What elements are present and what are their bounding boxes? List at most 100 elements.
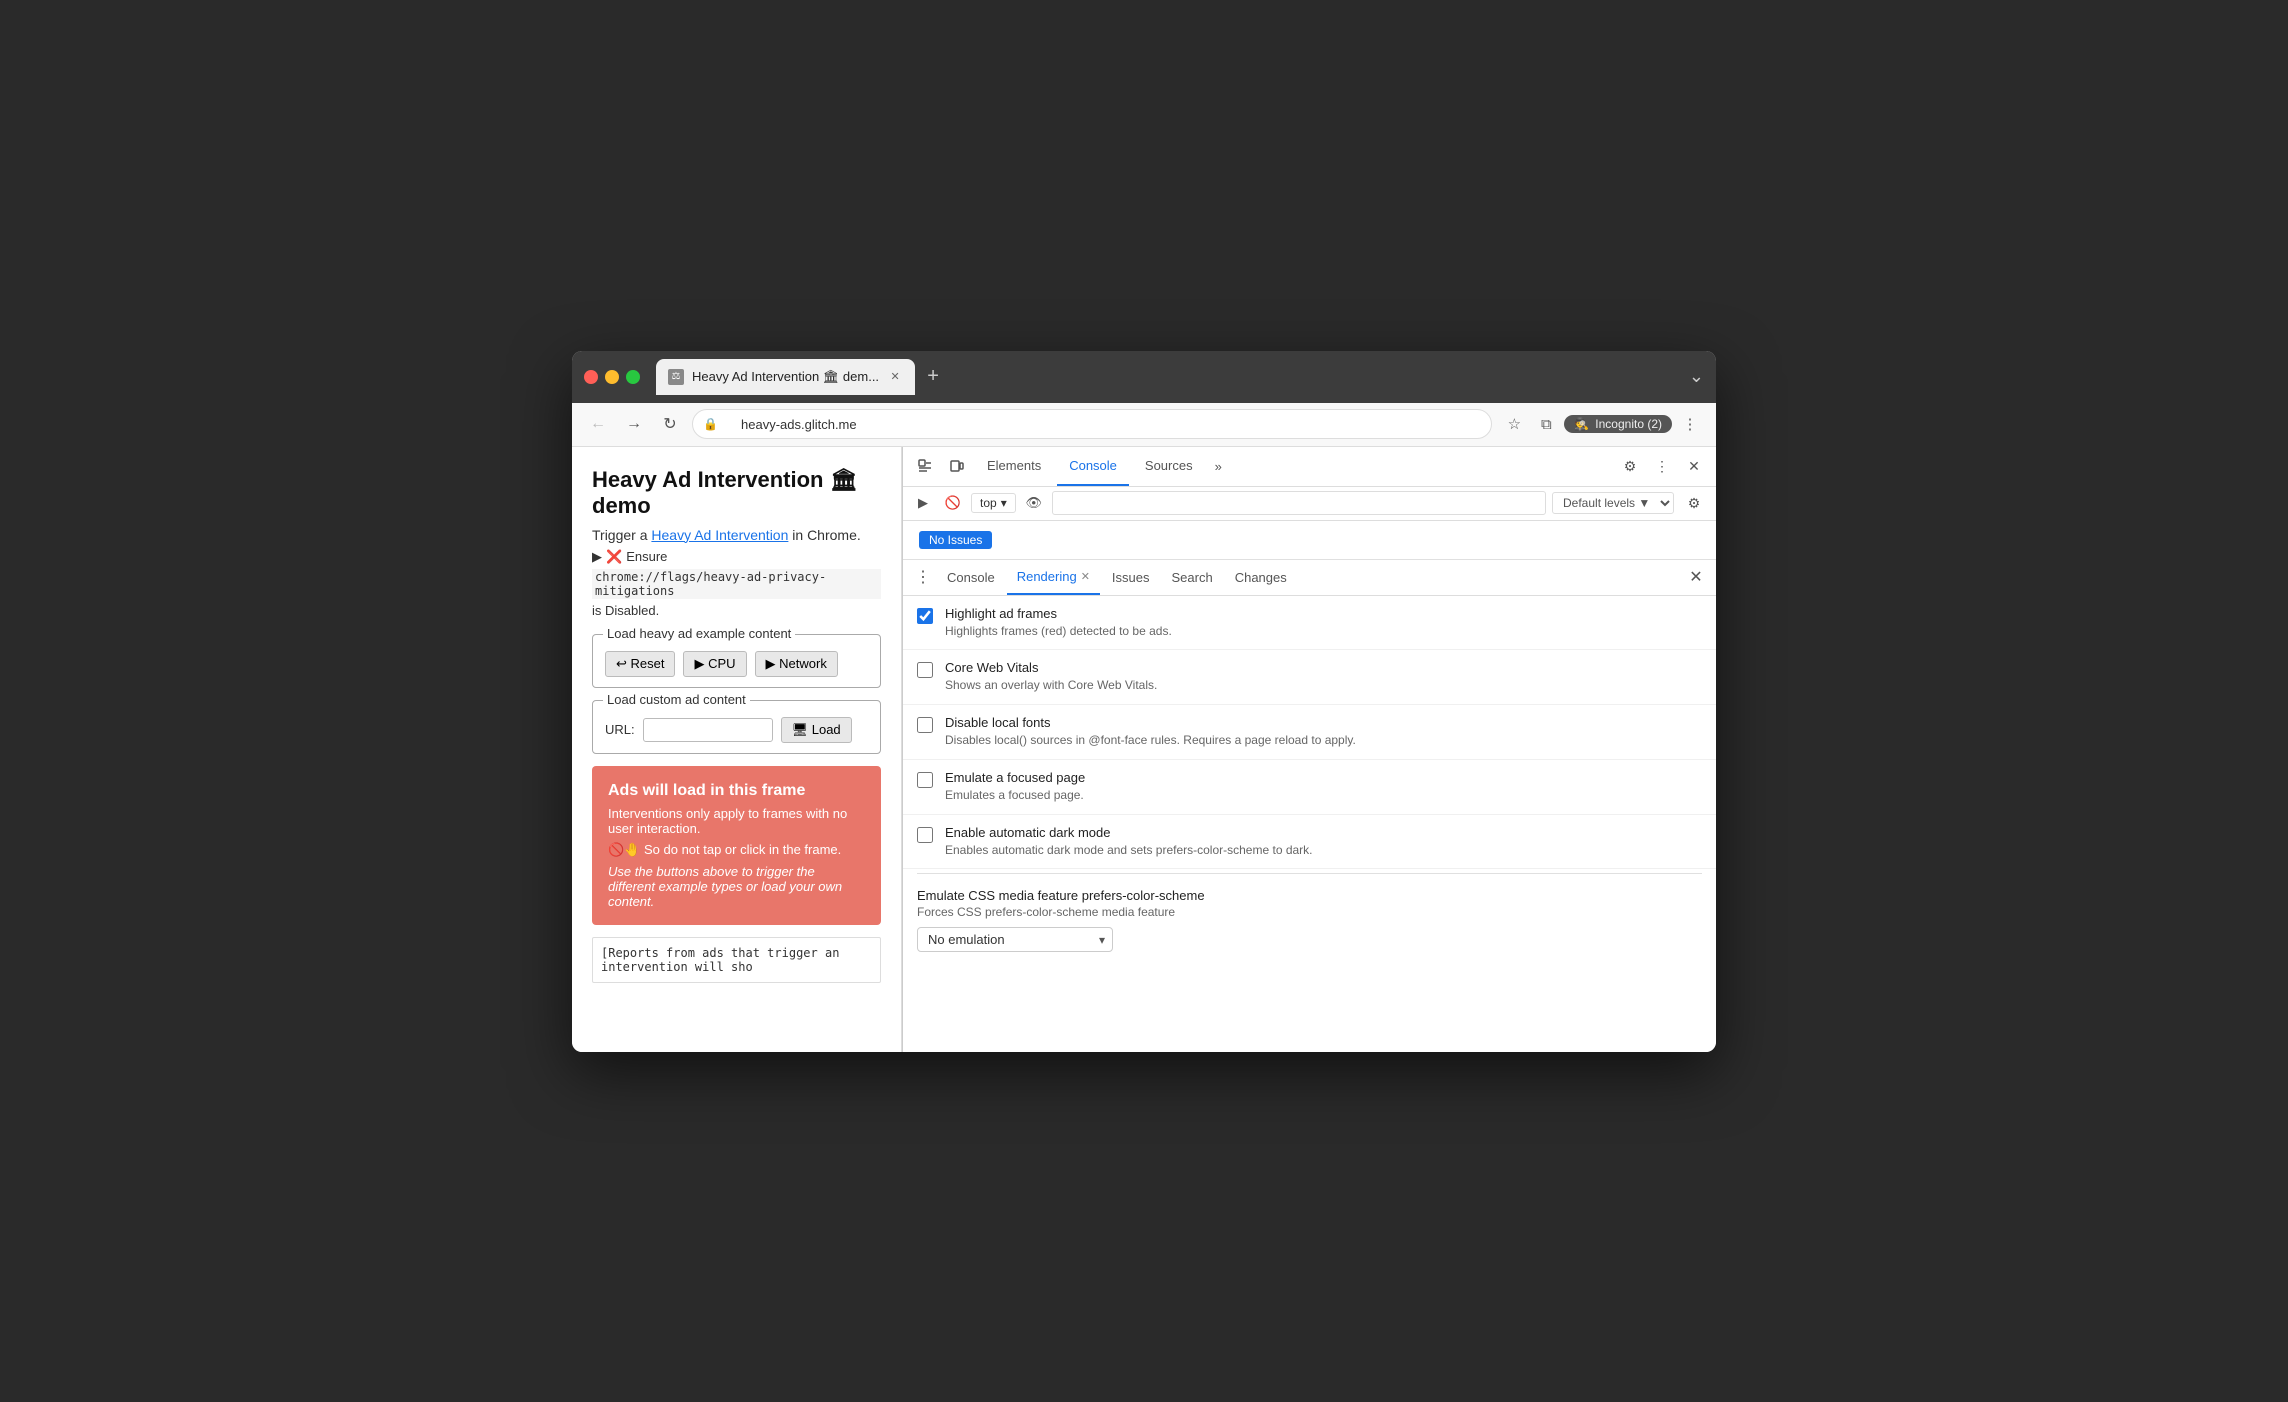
devtools-settings-button[interactable]: ⚙ xyxy=(1616,452,1644,480)
context-selector[interactable]: top ▾ xyxy=(971,493,1016,513)
rendering-tab-console[interactable]: Console xyxy=(937,559,1005,595)
menu-button[interactable]: ⋮ xyxy=(1676,410,1704,438)
rendering-tab-rendering[interactable]: Rendering ✕ xyxy=(1007,559,1100,595)
maximize-traffic-light[interactable] xyxy=(626,370,640,384)
console-clear-button[interactable]: 🚫 xyxy=(941,491,965,515)
emulate-focused-page-checkbox[interactable] xyxy=(917,772,933,788)
flag-disabled-text: is Disabled. xyxy=(592,603,659,618)
reload-button[interactable]: ↻ xyxy=(656,410,684,438)
browser-window: ⚖ Heavy Ad Intervention 🏛 dem... ✕ + ⌄ ←… xyxy=(572,351,1716,1052)
emulate-color-scheme-select[interactable]: No emulation prefers-color-scheme: light… xyxy=(917,927,1113,952)
tab-sources[interactable]: Sources xyxy=(1133,447,1205,487)
highlight-ad-frames-title: Highlight ad frames xyxy=(945,606,1702,621)
devtools-more-tabs[interactable]: » xyxy=(1209,459,1228,474)
flag-code-text: chrome://flags/heavy-ad-privacy-mitigati… xyxy=(592,569,881,599)
emulate-color-scheme-title: Emulate CSS media feature prefers-color-… xyxy=(917,888,1702,903)
enable-auto-dark-checkbox[interactable] xyxy=(917,827,933,843)
subtitle-text: Trigger a xyxy=(592,527,648,543)
new-tab-button[interactable]: + xyxy=(919,363,947,391)
devtools-close-button[interactable]: ✕ xyxy=(1680,452,1708,480)
ad-frame-instructions: Use the buttons above to trigger the dif… xyxy=(608,864,865,909)
rendering-tab-close-icon[interactable]: ✕ xyxy=(1081,570,1090,583)
inspect-element-button[interactable] xyxy=(911,452,939,480)
core-web-vitals-desc: Shows an overlay with Core Web Vitals. xyxy=(945,677,1702,694)
page-title: Heavy Ad Intervention 🏛 demo xyxy=(592,467,881,519)
rendering-tab-search-label: Search xyxy=(1172,570,1213,585)
forward-button[interactable]: → xyxy=(620,410,648,438)
console-log-preview: [Reports from ads that trigger an interv… xyxy=(592,937,881,983)
tab-overflow-button[interactable]: ⌄ xyxy=(1689,366,1704,387)
rendering-tab-issues[interactable]: Issues xyxy=(1102,559,1160,595)
log-level-select[interactable]: Default levels ▼ xyxy=(1552,492,1674,514)
emulate-select-wrapper: No emulation prefers-color-scheme: light… xyxy=(917,927,1113,952)
network-button[interactable]: ▶ Network xyxy=(755,651,838,677)
custom-ad-legend: Load custom ad content xyxy=(603,692,750,707)
core-web-vitals-checkbox[interactable] xyxy=(917,662,933,678)
tab-console[interactable]: Console xyxy=(1057,447,1129,487)
heavy-ad-buttons: ↩ Reset ▶ CPU ▶ Network xyxy=(605,651,868,677)
console-run-button[interactable]: ▶ xyxy=(911,491,935,515)
rendering-divider xyxy=(917,873,1702,874)
close-traffic-light[interactable] xyxy=(584,370,598,384)
highlight-ad-frames-checkbox[interactable] xyxy=(917,608,933,624)
core-web-vitals-text: Core Web Vitals Shows an overlay with Co… xyxy=(945,660,1702,694)
minimize-traffic-light[interactable] xyxy=(605,370,619,384)
bookmark-button[interactable]: ☆ xyxy=(1500,410,1528,438)
tab-title: Heavy Ad Intervention 🏛 dem... xyxy=(692,369,879,385)
tab-elements-label: Elements xyxy=(987,458,1041,473)
console-eye-button[interactable]: 👁 xyxy=(1022,491,1046,515)
console-filter-input[interactable] xyxy=(1052,491,1546,515)
rendering-panel-content: Highlight ad frames Highlights frames (r… xyxy=(903,596,1716,1052)
tab-elements[interactable]: Elements xyxy=(975,447,1053,487)
page-subtitle: Trigger a Heavy Ad Intervention in Chrom… xyxy=(592,527,881,543)
back-button[interactable]: ← xyxy=(584,410,612,438)
split-screen-button[interactable]: ⧉ xyxy=(1532,410,1560,438)
emulate-color-scheme-section: Emulate CSS media feature prefers-color-… xyxy=(903,878,1716,962)
tab-favicon: ⚖ xyxy=(668,369,684,385)
incognito-label: Incognito (2) xyxy=(1595,417,1662,431)
load-button[interactable]: 🖥 Load xyxy=(781,717,852,743)
url-label: URL: xyxy=(605,722,635,737)
subtitle-rest: in Chrome. xyxy=(792,527,860,543)
rendering-tab-changes-label: Changes xyxy=(1235,570,1287,585)
rendering-tab-console-label: Console xyxy=(947,570,995,585)
custom-url-input[interactable] xyxy=(643,718,773,742)
address-bar: ← → ↻ 🔒 heavy-ads.glitch.me ☆ ⧉ 🕵 Incogn… xyxy=(572,403,1716,447)
rendering-panel-close-button[interactable]: ✕ xyxy=(1684,565,1708,589)
title-bar: ⚖ Heavy Ad Intervention 🏛 dem... ✕ + ⌄ xyxy=(572,351,1716,403)
ad-frame-text: Interventions only apply to frames with … xyxy=(608,806,865,836)
rendering-tab-changes[interactable]: Changes xyxy=(1225,559,1297,595)
issues-bar: No Issues xyxy=(903,521,1716,560)
devtools-overflow-button[interactable]: ⋮ xyxy=(1648,452,1676,480)
context-label: top xyxy=(980,496,997,510)
enable-auto-dark-title: Enable automatic dark mode xyxy=(945,825,1702,840)
incognito-badge: 🕵 Incognito (2) xyxy=(1564,415,1672,433)
console-toolbar: ▶ 🚫 top ▾ 👁 Default levels ▼ ⚙ xyxy=(903,487,1716,521)
disable-local-fonts-checkbox[interactable] xyxy=(917,717,933,733)
devtools-header-right: ⚙ ⋮ ✕ xyxy=(1616,452,1708,480)
devtools-panel: Elements Console Sources » ⚙ ⋮ ✕ ▶ 🚫 xyxy=(902,447,1716,1052)
flag-arrow-icon: ▶ xyxy=(592,549,602,565)
address-actions: ☆ ⧉ 🕵 Incognito (2) ⋮ xyxy=(1500,410,1704,438)
enable-auto-dark-item: Enable automatic dark mode Enables autom… xyxy=(903,815,1716,870)
ad-frame-title: Ads will load in this frame xyxy=(608,782,865,800)
heavy-ad-link[interactable]: Heavy Ad Intervention xyxy=(651,527,788,543)
active-tab[interactable]: ⚖ Heavy Ad Intervention 🏛 dem... ✕ xyxy=(656,359,915,395)
address-input[interactable]: 🔒 heavy-ads.glitch.me xyxy=(692,409,1492,439)
cpu-button[interactable]: ▶ CPU xyxy=(683,651,746,677)
device-toolbar-button[interactable] xyxy=(943,452,971,480)
url-text: heavy-ads.glitch.me xyxy=(741,417,857,432)
flag-x-icon: ❌ xyxy=(606,549,622,565)
enable-auto-dark-desc: Enables automatic dark mode and sets pre… xyxy=(945,842,1702,859)
flag-ensure-text: Ensure xyxy=(626,549,667,564)
tab-close-button[interactable]: ✕ xyxy=(887,369,903,385)
emulate-focused-page-item: Emulate a focused page Emulates a focuse… xyxy=(903,760,1716,815)
highlight-ad-frames-item: Highlight ad frames Highlights frames (r… xyxy=(903,596,1716,651)
devtools-header: Elements Console Sources » ⚙ ⋮ ✕ xyxy=(903,447,1716,487)
disable-local-fonts-title: Disable local fonts xyxy=(945,715,1702,730)
reset-button[interactable]: ↩ Reset xyxy=(605,651,675,677)
rendering-tab-search[interactable]: Search xyxy=(1162,559,1223,595)
panel-options-button[interactable]: ⋮ xyxy=(911,567,935,587)
console-settings-button[interactable]: ⚙ xyxy=(1680,489,1708,517)
emulate-color-scheme-desc: Forces CSS prefers-color-scheme media fe… xyxy=(917,905,1702,919)
